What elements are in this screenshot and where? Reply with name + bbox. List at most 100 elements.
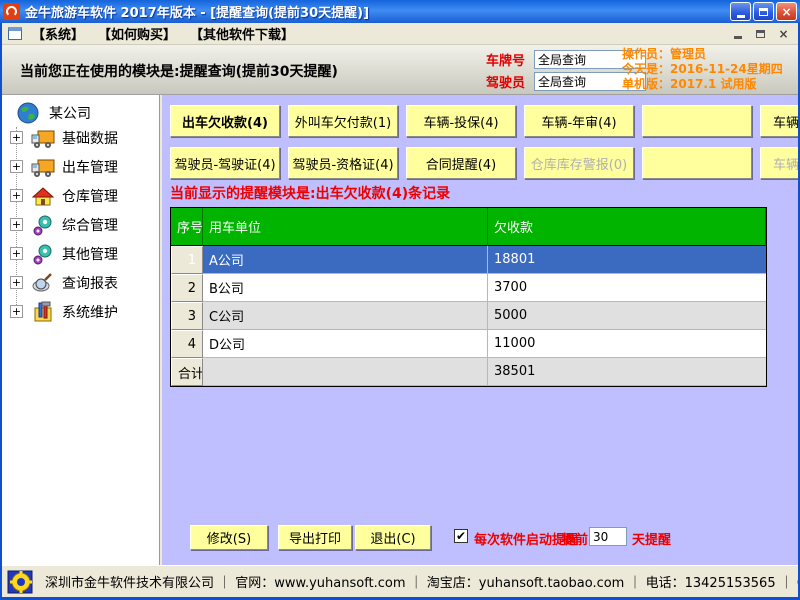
tree-item-label: 系统维护	[62, 302, 118, 322]
startup-reminder-checkbox[interactable]: ✔	[454, 529, 468, 543]
tree-item-label: 其他管理	[62, 244, 118, 264]
expand-icon[interactable]: +	[10, 160, 23, 173]
expand-icon[interactable]: +	[10, 276, 23, 289]
app-window: 金牛旅游车软件 2017年版本 - [提醒查询(提前30天提醒)] × 【系统】…	[0, 0, 800, 600]
tree-item-dispatch[interactable]: + 出车管理	[2, 152, 160, 181]
header-strip: 当前您正在使用的模块是:提醒查询(提前30天提醒) 车牌号 驾驶员 操作员：管理…	[2, 45, 798, 95]
gears-icon	[30, 242, 56, 266]
current-reminder-module-text: 当前显示的提醒模块是:出车欠收款(4)条记录	[170, 183, 450, 203]
table-row[interactable]: 1 A公司 18801	[171, 246, 766, 274]
window-left-edge	[0, 23, 2, 597]
reminder-button-vehicle-clipped[interactable]: 车辆-	[760, 147, 798, 179]
total-label: 合计	[171, 358, 203, 386]
globe-icon	[15, 101, 41, 125]
export-print-button[interactable]: 导出打印	[278, 525, 352, 550]
close-button[interactable]: ×	[776, 2, 797, 21]
magnifier-icon	[30, 271, 56, 295]
tree-item-reports[interactable]: + 查询报表	[2, 268, 160, 297]
reminder-buttons-row-2: 驾驶员-驾驶证(4) 驾驶员-资格证(4) 合同提醒(4) 仓库库存警报(0) …	[170, 147, 798, 179]
advance-days-input[interactable]	[589, 527, 627, 546]
reminder-button-blank[interactable]	[642, 105, 752, 137]
tree-item-label: 基础数据	[62, 128, 118, 148]
reminder-button-blank[interactable]	[642, 147, 752, 179]
reminder-button-dispatch-receivable[interactable]: 出车欠收款(4)	[170, 105, 280, 137]
row-number: 3	[171, 302, 203, 330]
reminder-button-contract[interactable]: 合同提醒(4)	[406, 147, 516, 179]
driver-label: 驾驶员	[486, 72, 534, 91]
tree-item-system-maintenance[interactable]: + 系统维护	[2, 297, 160, 326]
session-info: 操作员：管理员 今天是：2016-11-24星期四 单机版：2017.1 试用版	[622, 47, 783, 92]
unit-cell: C公司	[203, 302, 488, 330]
tree-item-general-mgmt[interactable]: + 综合管理	[2, 210, 160, 239]
tree-item-other-mgmt[interactable]: + 其他管理	[2, 239, 160, 268]
tree-item-warehouse[interactable]: + 仓库管理	[2, 181, 160, 210]
status-bar-text: 深圳市金牛软件技术有限公司 ｜ 官网：www.yuhansoft.com ｜ 淘…	[45, 572, 798, 591]
exit-button[interactable]: 退出(C)	[355, 525, 431, 550]
gears-icon	[30, 213, 56, 237]
content-area: 出车欠收款(4) 外叫车欠付款(1) 车辆-投保(4) 车辆-年审(4) 车辆-…	[162, 95, 798, 565]
total-amount-cell: 38501	[488, 358, 766, 386]
expand-icon[interactable]: +	[10, 189, 23, 202]
tree-item-base-data[interactable]: + 基础数据	[2, 123, 160, 152]
mdi-restore-button[interactable]	[752, 26, 769, 41]
unit-cell: D公司	[203, 330, 488, 358]
expand-icon[interactable]: +	[10, 131, 23, 144]
reminder-button-vehicle-insurance[interactable]: 车辆-投保(4)	[406, 105, 516, 137]
reminder-button-stock-alert[interactable]: 仓库库存警报(0)	[524, 147, 634, 179]
menu-bar: 【系统】 【如何购买】 【其他软件下载】 ×	[2, 23, 798, 45]
mdi-document-icon	[8, 27, 22, 40]
amount-cell: 11000	[488, 330, 766, 358]
minimize-button[interactable]	[730, 2, 751, 21]
date-info: 今天是：2016-11-24星期四	[622, 62, 783, 77]
modify-button[interactable]: 修改(S)	[190, 525, 268, 550]
plate-number-label: 车牌号	[486, 50, 534, 69]
row-number: 1	[171, 246, 203, 274]
footer-controls: 修改(S) 导出打印 退出(C) ✔ 每次软件启动提醒 提前 天提醒	[162, 525, 798, 559]
operator-info: 操作员：管理员	[622, 47, 783, 62]
gear-logo-icon	[7, 569, 37, 595]
expand-icon[interactable]: +	[10, 247, 23, 260]
table-row[interactable]: 3 C公司 5000	[171, 302, 766, 330]
house-icon	[30, 184, 56, 208]
amount-cell: 3700	[488, 274, 766, 302]
reminder-button-external-payable[interactable]: 外叫车欠付款(1)	[288, 105, 398, 137]
table-row[interactable]: 4 D公司 11000	[171, 330, 766, 358]
main-body: 某公司 + 基础数据 +	[2, 95, 798, 565]
column-header-unit: 用车单位	[203, 208, 488, 246]
tree-item-label: 综合管理	[62, 215, 118, 235]
amount-cell: 5000	[488, 302, 766, 330]
column-header-amount: 欠收款	[488, 208, 766, 246]
advance-label: 提前	[562, 529, 588, 548]
tools-icon	[30, 300, 56, 324]
reminder-button-vehicle-clipped[interactable]: 车辆-	[760, 105, 798, 137]
menu-other-downloads[interactable]: 【其他软件下载】	[190, 24, 294, 43]
mdi-minimize-button[interactable]	[729, 26, 746, 41]
amount-cell: 18801	[488, 246, 766, 274]
expand-icon[interactable]: +	[10, 305, 23, 318]
reminder-button-vehicle-inspection[interactable]: 车辆-年审(4)	[524, 105, 634, 137]
days-suffix-label: 天提醒	[632, 529, 671, 548]
table-row[interactable]: 2 B公司 3700	[171, 274, 766, 302]
tree-item-label: 查询报表	[62, 273, 118, 293]
tree-item-label: 出车管理	[62, 157, 118, 177]
navigation-tree: 某公司 + 基础数据 +	[2, 95, 160, 565]
expand-icon[interactable]: +	[10, 218, 23, 231]
mdi-close-button[interactable]: ×	[775, 26, 792, 41]
title-bar: 金牛旅游车软件 2017年版本 - [提醒查询(提前30天提醒)] ×	[0, 0, 800, 23]
restore-button[interactable]	[753, 2, 774, 21]
status-bar: 深圳市金牛软件技术有限公司 ｜ 官网：www.yuhansoft.com ｜ 淘…	[2, 565, 798, 597]
tree-item-label: 仓库管理	[62, 186, 118, 206]
table-header-row: 序号 用车单位 欠收款	[171, 208, 766, 246]
menu-how-to-buy[interactable]: 【如何购买】	[98, 24, 176, 43]
tree-root-label: 某公司	[49, 103, 91, 123]
column-header-no: 序号	[171, 208, 203, 246]
app-logo-icon	[3, 3, 20, 20]
reminder-button-driver-license[interactable]: 驾驶员-驾驶证(4)	[170, 147, 280, 179]
row-number: 2	[171, 274, 203, 302]
truck-icon	[30, 155, 56, 179]
row-number: 4	[171, 330, 203, 358]
reminder-button-driver-certificate[interactable]: 驾驶员-资格证(4)	[288, 147, 398, 179]
menu-system[interactable]: 【系统】	[32, 24, 84, 43]
unit-cell: B公司	[203, 274, 488, 302]
table-total-row: 合计 38501	[171, 358, 766, 386]
